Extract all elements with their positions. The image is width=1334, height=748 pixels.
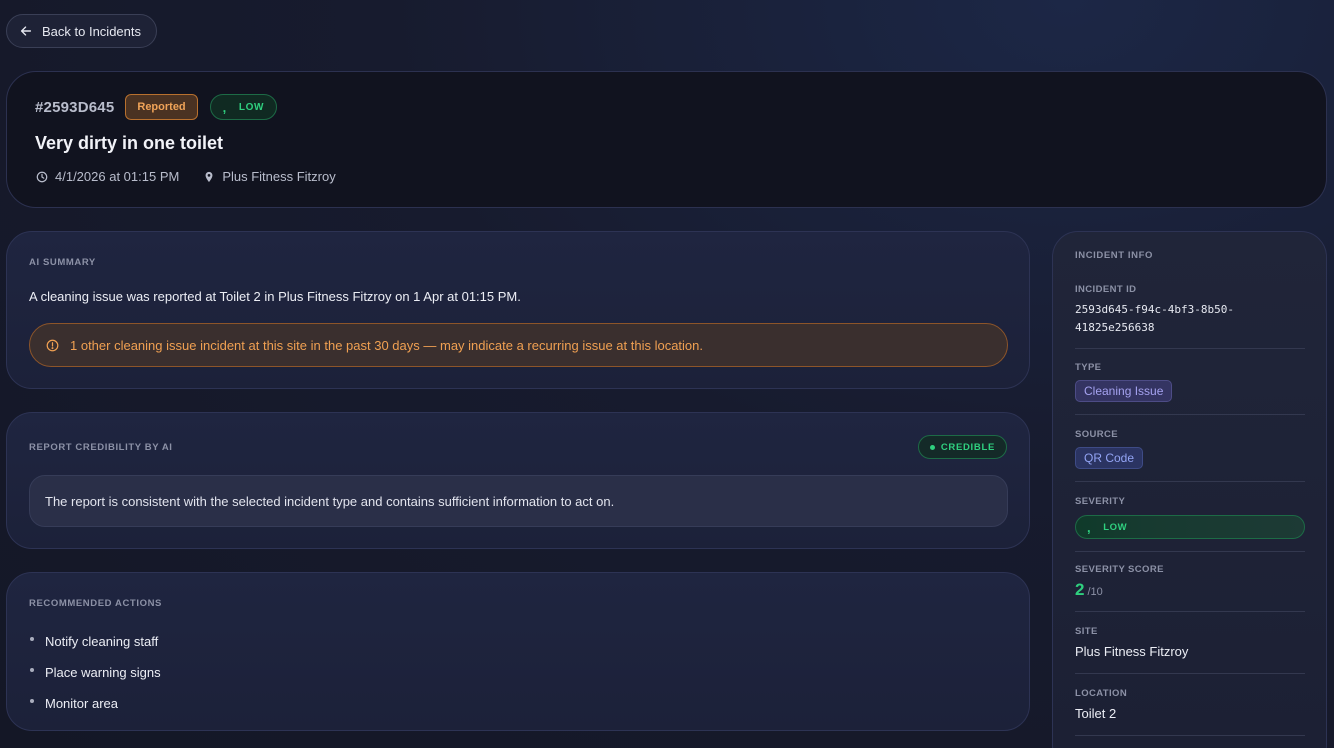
credible-badge: CREDIBLE: [917, 435, 1007, 459]
location-label: LOCATION: [1075, 688, 1128, 699]
severity-label: LOW: [238, 101, 265, 113]
map-pin-icon: [205, 171, 213, 182]
severity-indicator: , LOW: [1075, 515, 1305, 539]
recommended-actions-card: RECOMMENDED ACTIONS Notify cleaning staf…: [6, 572, 1030, 731]
site-value: Plus Fitness Fitzroy: [1075, 644, 1189, 659]
recurring-issue-warning: 1 other cleaning issue incident at this …: [29, 323, 1008, 367]
ai-summary-title: AI SUMMARY: [29, 257, 96, 268]
incident-id-line2: 41825e256638: [1075, 321, 1155, 334]
ai-summary-card: AI SUMMARY A cleaning issue was reported…: [6, 231, 1030, 389]
source-label: SOURCE: [1075, 429, 1119, 440]
type-row: TYPE Cleaning Issue: [1075, 362, 1305, 415]
action-label: Place warning signs: [45, 665, 161, 680]
incident-title: Very dirty in one toilet: [35, 133, 224, 153]
source-row: SOURCE QR Code: [1075, 429, 1305, 482]
bullet-icon: [30, 667, 34, 672]
info-icon: [46, 339, 59, 351]
warning-text: 1 other cleaning issue incident at this …: [70, 337, 704, 353]
incident-id-value: 2593d645-f94c-4bf3-8b50- 41825e256638: [1075, 301, 1305, 337]
type-badge: Cleaning Issue: [1075, 380, 1173, 402]
bullet-icon: [30, 636, 34, 641]
severity-row: SEVERITY , LOW: [1075, 496, 1305, 552]
severity-mark: ,: [1087, 519, 1092, 535]
list-item: Place warning signs: [29, 657, 161, 688]
type-label: TYPE: [1075, 362, 1102, 373]
credible-label: CREDIBLE: [940, 441, 995, 453]
incident-id-label: INCIDENT ID: [1075, 284, 1137, 295]
severity-mark: ,: [222, 99, 227, 115]
credibility-card: REPORT CREDIBILITY BY AI CREDIBLE The re…: [6, 412, 1030, 549]
arrow-left-icon: [20, 26, 32, 36]
severity-score: 2 /10: [1075, 580, 1305, 600]
severity-value: LOW: [1103, 521, 1128, 533]
back-to-incidents-button[interactable]: Back to Incidents: [6, 14, 157, 48]
datetime-meta: 4/1/2026 at 01:15 PM: [36, 169, 179, 184]
incident-id-row: INCIDENT ID 2593d645-f94c-4bf3-8b50- 418…: [1075, 284, 1305, 349]
list-item: Monitor area: [29, 688, 161, 719]
back-label: Back to Incidents: [42, 23, 141, 39]
source-badge: QR Code: [1075, 447, 1144, 469]
incident-site: Plus Fitness Fitzroy: [222, 169, 336, 184]
incident-info-panel: INCIDENT INFO INCIDENT ID 2593d645-f94c-…: [1052, 231, 1327, 748]
action-label: Monitor area: [45, 696, 118, 711]
incident-datetime: 4/1/2026 at 01:15 PM: [55, 169, 180, 184]
severity-score-value: 2: [1075, 580, 1085, 599]
incident-meta: 4/1/2026 at 01:15 PM Plus Fitness Fitzro…: [36, 169, 336, 184]
severity-score-max: /10: [1087, 586, 1103, 598]
status-badge: Reported: [125, 94, 198, 120]
severity-score-row: SEVERITY SCORE 2 /10: [1075, 564, 1305, 612]
actions-list: Notify cleaning staff Place warning sign…: [29, 626, 161, 719]
bullet-icon: [30, 698, 34, 703]
credibility-title: REPORT CREDIBILITY BY AI: [29, 442, 173, 453]
credibility-text: The report is consistent with the select…: [45, 493, 615, 509]
ai-summary-text: A cleaning issue was reported at Toilet …: [29, 289, 521, 304]
incident-id-line1: 2593d645-f94c-4bf3-8b50-: [1075, 303, 1234, 316]
location-value: Toilet 2: [1075, 706, 1117, 721]
incident-number: #2593D645: [35, 98, 115, 116]
list-item: Notify cleaning staff: [29, 626, 161, 657]
clock-icon: [36, 171, 48, 182]
site-label: SITE: [1075, 626, 1098, 637]
location-row: LOCATION Toilet 2: [1075, 688, 1305, 736]
status-dot-icon: [929, 444, 935, 450]
severity-label: SEVERITY: [1075, 496, 1126, 507]
credibility-text-box: The report is consistent with the select…: [29, 475, 1008, 527]
action-label: Notify cleaning staff: [45, 634, 159, 649]
info-title: INCIDENT INFO: [1075, 250, 1153, 261]
severity-badge: , LOW: [209, 94, 278, 120]
site-row: SITE Plus Fitness Fitzroy: [1075, 626, 1305, 674]
site-meta: Plus Fitness Fitzroy: [203, 169, 336, 184]
severity-score-label: SEVERITY SCORE: [1075, 564, 1164, 575]
incident-header: #2593D645 Reported , LOW Very dirty in o…: [6, 71, 1327, 208]
actions-title: RECOMMENDED ACTIONS: [29, 598, 162, 609]
